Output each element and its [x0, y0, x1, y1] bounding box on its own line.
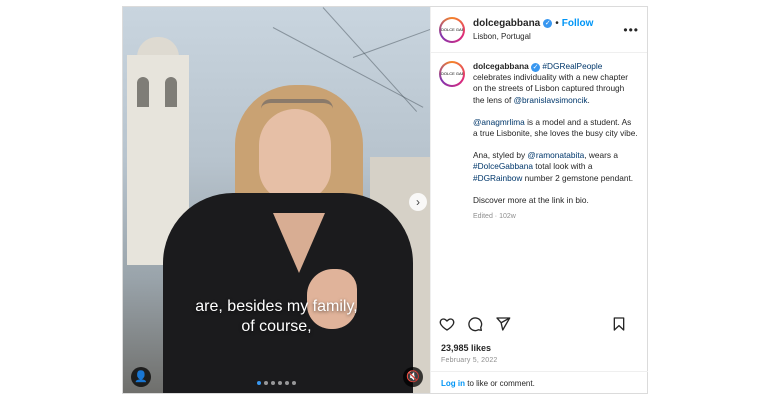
post-media-video[interactable]: are, besides my family, of course, › 👤 🔇: [123, 7, 430, 393]
video-subtitle-line-1: are, besides my family,: [195, 298, 358, 315]
carousel-dot: [292, 381, 296, 385]
hashtag-dgrealpeople[interactable]: #DGRealPeople: [542, 61, 602, 71]
instagram-post: are, besides my family, of course, › 👤 🔇…: [122, 6, 648, 394]
caption-text-4: Discover more at the link in bio.: [473, 194, 589, 205]
post-author: dolcegabbana ✓ • Follow Lisbon, Portugal: [473, 18, 623, 41]
carousel-dot: [278, 381, 282, 385]
post-date[interactable]: February 5, 2022: [441, 357, 498, 364]
hashtag-dgrainbow[interactable]: #DGRainbow: [473, 173, 522, 183]
carousel-dot: [285, 381, 289, 385]
comment-icon[interactable]: [467, 316, 483, 332]
caption-section: DOLCE GABBANA dolcegabbana ✓ #DGRealPeop…: [431, 53, 647, 303]
caption-period: .: [587, 94, 590, 105]
caption-username[interactable]: dolcegabbana: [473, 61, 529, 71]
caption-avatar[interactable]: DOLCE GABBANA: [439, 61, 465, 87]
mute-icon[interactable]: 🔇: [403, 367, 423, 387]
next-slide-chevron-icon[interactable]: ›: [409, 193, 427, 211]
mention-model[interactable]: @anagmrlima: [473, 117, 525, 127]
share-icon[interactable]: [495, 316, 511, 332]
mention-stylist[interactable]: @ramonatabita: [527, 150, 584, 160]
login-prompt: Log in to like or comment.: [431, 371, 648, 393]
tram-wire: [352, 26, 430, 58]
bookmark-icon[interactable]: [611, 316, 627, 332]
avatar-logo-text: DOLCE GABBANA: [441, 18, 463, 41]
carousel-dot: [271, 381, 275, 385]
caption-text-3b: , wears a: [584, 150, 618, 161]
more-options-icon[interactable]: •••: [623, 23, 639, 37]
login-link[interactable]: Log in: [441, 379, 465, 388]
tower-window: [165, 77, 177, 107]
tagged-user-icon[interactable]: 👤: [131, 367, 151, 387]
model-headband: [261, 99, 333, 109]
post-sidebar: DOLCE GABBANA dolcegabbana ✓ • Follow Li…: [430, 7, 648, 393]
verified-badge-icon: ✓: [531, 63, 541, 72]
login-prompt-text: to like or comment.: [465, 379, 535, 388]
author-username[interactable]: dolcegabbana: [473, 18, 540, 29]
carousel-dot: [257, 381, 261, 385]
model-face: [259, 109, 331, 201]
heart-icon[interactable]: [439, 316, 455, 332]
profile-avatar[interactable]: DOLCE GABBANA: [439, 16, 465, 43]
header-separator: •: [555, 18, 559, 29]
tower-window: [137, 77, 149, 107]
post-caption: dolcegabbana ✓ #DGRealPeople celebrates …: [473, 61, 638, 303]
action-bar: [439, 311, 639, 337]
avatar-logo-text: DOLCE GABBANA: [441, 63, 463, 85]
post-header: DOLCE GABBANA dolcegabbana ✓ • Follow Li…: [431, 7, 647, 53]
video-subtitle-line-2: of course,: [241, 318, 312, 335]
mention-photographer[interactable]: @branislavsimoncik: [514, 95, 588, 105]
carousel-dot: [264, 381, 268, 385]
caption-text-3a: Ana, styled by: [473, 150, 528, 161]
post-location[interactable]: Lisbon, Portugal: [473, 32, 623, 41]
hashtag-dolcegabbana[interactable]: #DolceGabbana: [473, 161, 533, 171]
caption-text-3d: number 2 gemstone pendant.: [522, 172, 634, 183]
edited-timestamp: Edited · 102w: [473, 213, 516, 221]
caption-text-3c: total look with a: [532, 161, 593, 172]
likes-count[interactable]: 23,985 likes: [441, 343, 491, 353]
carousel-indicator: [257, 381, 296, 385]
follow-button[interactable]: Follow: [562, 18, 594, 29]
verified-badge-icon: ✓: [543, 19, 553, 28]
coat-neckline: [273, 213, 325, 273]
